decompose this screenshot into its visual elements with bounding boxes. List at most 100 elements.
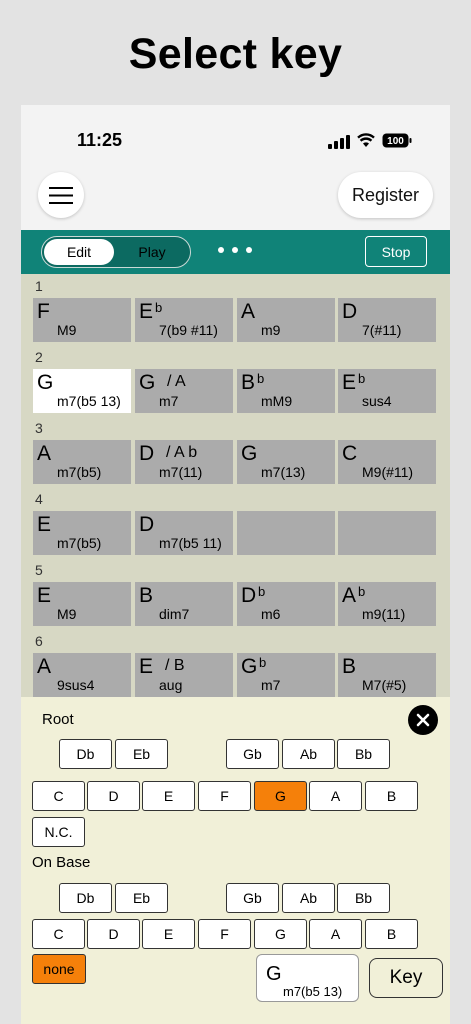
hamburger-menu-icon: [49, 186, 73, 204]
base-key-gb[interactable]: Gb: [226, 883, 279, 913]
chord-root: A: [37, 655, 52, 678]
chord-quality: 9sus4: [57, 677, 95, 693]
chord-cell-selected[interactable]: Gm7(b5 13): [33, 369, 131, 413]
base-key-ab[interactable]: Ab: [282, 883, 335, 913]
base-key-g[interactable]: G: [254, 919, 307, 949]
chord-root: G: [241, 655, 258, 678]
chord-root: A: [241, 300, 256, 323]
no-chord-button[interactable]: N.C.: [32, 817, 85, 847]
base-key-d[interactable]: D: [87, 919, 140, 949]
root-key-c[interactable]: C: [32, 781, 85, 811]
base-key-bb[interactable]: Bb: [337, 883, 390, 913]
chord-root: B: [342, 655, 357, 678]
chord-cell[interactable]: Am9: [237, 298, 335, 342]
chord-quality: m7(b5 13): [57, 393, 121, 409]
chord-cell[interactable]: E M9: [33, 582, 131, 626]
chord-cell[interactable]: F M9: [33, 298, 131, 342]
chord-cell[interactable]: [237, 511, 335, 555]
chord-cell[interactable]: Eb 7(b9 #11): [135, 298, 233, 342]
chord-root: E: [139, 655, 154, 678]
chord-cell[interactable]: A 9sus4: [33, 653, 131, 697]
stop-button[interactable]: Stop: [365, 236, 427, 267]
base-key-c[interactable]: C: [32, 919, 85, 949]
chord-accidental: b: [358, 371, 366, 386]
preview-root: G: [266, 963, 282, 985]
root-key-ab[interactable]: Ab: [282, 739, 335, 769]
chord-quality: m7(11): [159, 464, 203, 480]
chord-quality: M9(#11): [362, 464, 414, 480]
root-key-g[interactable]: G: [254, 781, 307, 811]
root-key-b[interactable]: B: [365, 781, 418, 811]
more-options-icon[interactable]: [218, 240, 252, 260]
base-key-b[interactable]: B: [365, 919, 418, 949]
chord-cell[interactable]: Gm7(13): [237, 440, 335, 484]
play-mode-tab[interactable]: Play: [117, 239, 187, 265]
key-selector-panel: Root On Base G m7(b5 13) Key Db Eb Gb Ab Bb C…: [21, 697, 450, 1024]
root-key-a[interactable]: A: [309, 781, 362, 811]
register-button[interactable]: Register: [338, 172, 433, 218]
battery-level: 100: [387, 136, 404, 147]
base-key-f[interactable]: F: [198, 919, 251, 949]
chord-cell[interactable]: Db m6: [237, 582, 335, 626]
base-key-eb[interactable]: Eb: [115, 883, 168, 913]
base-key-e[interactable]: E: [142, 919, 195, 949]
chord-quality: 7(#11): [362, 322, 402, 338]
base-key-db[interactable]: Db: [59, 883, 112, 913]
chord-quality: sus4: [362, 393, 392, 409]
close-panel-button[interactable]: [408, 705, 438, 735]
chord-cell[interactable]: Ab m9(11): [338, 582, 436, 626]
root-key-e[interactable]: E: [142, 781, 195, 811]
chord-cell[interactable]: Bdim7: [135, 582, 233, 626]
root-key-f[interactable]: F: [198, 781, 251, 811]
bar-number: 4: [35, 491, 43, 507]
chord-quality: dim7: [159, 606, 190, 622]
chord-root: B: [241, 371, 256, 394]
chord-cell[interactable]: B M7(#5): [338, 653, 436, 697]
edit-toolbar: Edit Play Stop: [21, 230, 450, 274]
root-key-db[interactable]: Db: [59, 739, 112, 769]
chord-root: G: [139, 371, 156, 394]
chord-root: A: [37, 442, 52, 465]
bar-number: 5: [35, 562, 43, 578]
chord-cell[interactable]: D 7(#11): [338, 298, 436, 342]
mode-segmented-control: Edit Play: [41, 236, 191, 268]
base-key-a[interactable]: A: [309, 919, 362, 949]
cellular-signal-icon: [328, 135, 350, 149]
chord-cell[interactable]: E / B aug: [135, 653, 233, 697]
chord-quality: m7(b5): [57, 535, 102, 551]
chord-cell[interactable]: D / A b m7(11): [135, 440, 233, 484]
key-button[interactable]: Key: [369, 958, 443, 998]
no-base-button[interactable]: none: [32, 954, 86, 984]
preview-quality: m7(b5 13): [283, 984, 343, 999]
chord-cell[interactable]: Eb sus4: [338, 369, 436, 413]
chord-cell[interactable]: Gb m7: [237, 653, 335, 697]
chord-quality: mM9: [261, 393, 293, 409]
chord-cell[interactable]: [338, 511, 436, 555]
chord-cell[interactable]: C M9(#11): [338, 440, 436, 484]
chord-cell[interactable]: Am7(b5): [33, 440, 131, 484]
chord-accidental: b: [155, 300, 163, 315]
chord-accidental: b: [257, 371, 265, 386]
root-key-d[interactable]: D: [87, 781, 140, 811]
chord-root: A: [342, 584, 357, 607]
status-time: 11:25: [77, 130, 123, 150]
chord-root: G: [241, 442, 258, 465]
chord-quality: aug: [159, 677, 183, 693]
status-bar: 11:25 100: [21, 105, 450, 175]
phone-screen: 11:25 100 Register Edit Play Stop 1 F M9…: [21, 105, 450, 1024]
menu-button[interactable]: [38, 172, 84, 218]
root-key-bb[interactable]: Bb: [337, 739, 390, 769]
chord-quality: m7: [261, 677, 281, 693]
chord-cell[interactable]: Bb mM9: [237, 369, 335, 413]
chord-root: D: [241, 584, 257, 607]
chord-cell[interactable]: Em7(b5): [33, 511, 131, 555]
chord-cell[interactable]: Dm7(b5 11): [135, 511, 233, 555]
chord-cell[interactable]: G / A m7: [135, 369, 233, 413]
root-key-eb[interactable]: Eb: [115, 739, 168, 769]
chord-quality: M9: [57, 606, 77, 622]
chord-root: D: [342, 300, 358, 323]
edit-mode-tab[interactable]: Edit: [44, 239, 114, 265]
root-key-gb[interactable]: Gb: [226, 739, 279, 769]
chord-root: F: [37, 300, 50, 323]
chord-quality: M9: [57, 322, 77, 338]
